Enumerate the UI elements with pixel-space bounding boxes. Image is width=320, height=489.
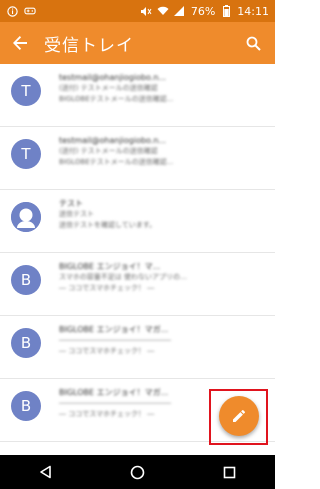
message-preview: 送信テストを確認しています。 — [59, 221, 157, 229]
person-icon — [11, 202, 41, 232]
battery-icon — [220, 5, 232, 17]
message-subject: 送信テスト — [59, 210, 94, 218]
message-row[interactable]: テスト 送信テスト 送信テストを確認しています。 — [0, 190, 275, 253]
message-content: テスト 送信テスト 送信テストを確認しています。 — [59, 198, 255, 231]
message-row[interactable]: T testmail@ohanjiogiobo.n... (送付) テストメール… — [0, 127, 275, 190]
signal-icon — [174, 5, 186, 17]
avatar: B — [11, 265, 41, 295]
back-button[interactable] — [4, 22, 36, 64]
status-bar: 76% 14:11 — [0, 0, 275, 22]
triangle-back-icon — [40, 465, 51, 479]
message-sender: testmail@ohanjiogiobo.n... — [59, 73, 167, 82]
avatar: B — [11, 391, 41, 421]
battery-percent: 76% — [190, 4, 216, 18]
message-sender: testmail@ohanjiogiobo.n... — [59, 136, 167, 145]
message-preview: BIGLOBEテストメールの送信確認... — [59, 95, 174, 103]
avatar — [11, 202, 41, 232]
message-preview: ― ココでスマホチェック！ ― — [59, 284, 155, 292]
search-button[interactable] — [235, 22, 271, 64]
avatar: T — [11, 76, 41, 106]
message-preview: ― ココでスマホチェック！ ― — [59, 347, 155, 355]
message-subject: (送付) テストメールの送信確認 — [59, 147, 158, 155]
message-preview: BIGLOBEテストメールの送信確認... — [59, 158, 174, 166]
message-row[interactable]: B BIGLOBE エンジョイ！マガ... ―――――――――――――――― ―… — [0, 316, 275, 379]
square-recents-icon — [223, 466, 235, 478]
clock: 14:11 — [237, 4, 269, 18]
message-subject: スマホの容量不足は 使わないアプリの… — [59, 273, 188, 281]
message-content: testmail@ohanjiogiobo.n... (送付) テストメールの送… — [59, 135, 255, 168]
nav-home-button[interactable] — [117, 455, 157, 489]
avatar: T — [11, 139, 41, 169]
message-sender: テスト — [59, 199, 83, 208]
info-icon — [6, 5, 18, 17]
arrow-left-icon — [13, 36, 27, 50]
mute-icon — [140, 5, 152, 17]
message-content: testmail@ohanjiogiobo.n... (送付) テストメールの送… — [59, 72, 255, 105]
nav-back-button[interactable] — [26, 455, 66, 489]
highlight-box — [209, 389, 268, 445]
nav-recents-button[interactable] — [209, 455, 249, 489]
search-icon — [246, 36, 261, 51]
message-sender: BIGLOBE エンジョイ！マガ... — [59, 325, 169, 334]
avatar: B — [11, 328, 41, 358]
message-subject: ―――――――――――――――― — [59, 336, 171, 344]
message-content: BIGLOBE エンジョイ！マガ... ―――――――――――――――― ― コ… — [59, 324, 255, 357]
navigation-bar — [0, 455, 275, 489]
message-content: BIGLOBE エンジョイ！マ... スマホの容量不足は 使わないアプリの… ―… — [59, 261, 255, 294]
page-title: 受信トレイ — [44, 35, 134, 56]
message-row[interactable]: T testmail@ohanjiogiobo.n... (送付) テストメール… — [0, 64, 275, 127]
wifi-icon — [157, 5, 169, 17]
message-subject: (送付) テストメールの送信確認 — [59, 84, 158, 92]
message-row[interactable]: B BIGLOBE エンジョイ！マ... スマホの容量不足は 使わないアプリの…… — [0, 253, 275, 316]
circle-home-icon — [130, 465, 145, 479]
message-sender: BIGLOBE エンジョイ！マ... — [59, 262, 161, 271]
game-controller-icon — [24, 5, 36, 17]
app-bar: 受信トレイ — [0, 22, 275, 64]
